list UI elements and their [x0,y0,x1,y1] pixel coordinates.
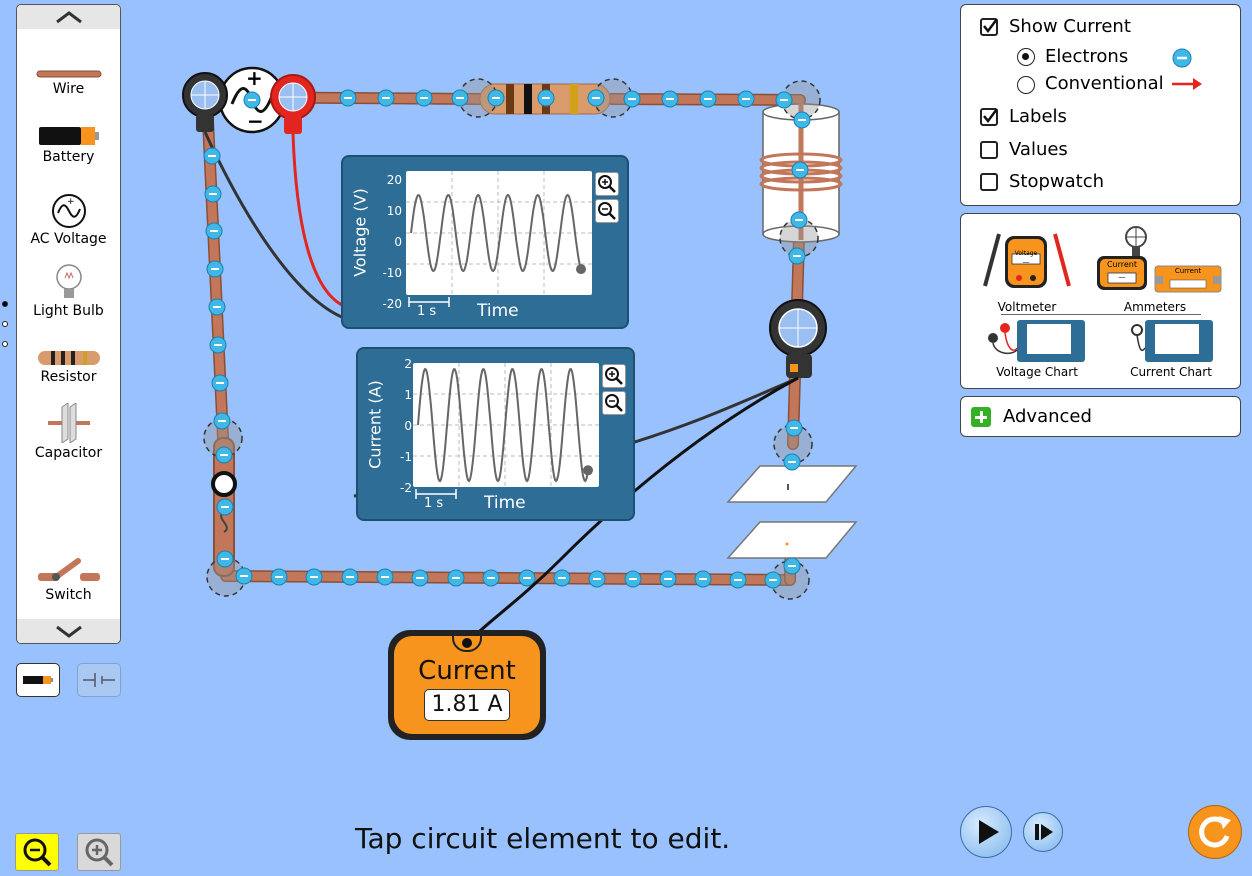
zoom-in-icon [598,175,616,193]
zoom-in-button[interactable] [77,833,121,871]
y-tick: -1 [400,450,412,464]
probe-wire [203,131,345,320]
stopwatch-label: Stopwatch [1009,171,1105,192]
zoom-in-icon [85,838,114,867]
voltmeter-label: Voltmeter [997,300,1057,314]
red-arrow-icon [1172,78,1202,90]
time-scale-label: 1 s [417,304,437,319]
advanced-accordion[interactable]: Advanced [960,396,1241,437]
ammeter-device[interactable]: Current 1.81 A [388,630,546,740]
y-axis-label: Current (A) [365,380,385,469]
ammeters-label: Ammeters [1123,300,1187,314]
y-tick: -2 [400,481,412,495]
current-chart-panel[interactable]: 2 1 0 -1 -2 Current (A) Time 1 s [356,347,635,521]
ammeter-device-reading: — [1118,273,1126,281]
zoom-out-icon [23,838,52,867]
chart-zoom-out-button[interactable] [602,391,626,415]
electrons-radio[interactable] [1017,48,1035,66]
conventional-label: Conventional [1045,73,1164,94]
ammeter-reading: 1.81 A [424,689,510,721]
checkmark-icon [983,18,998,34]
checkmark-icon [983,108,998,124]
current-chart-tool[interactable]: Current Chart [1119,318,1223,380]
display-options-panel: Show Current Electrons Conventional Labe… [960,4,1241,206]
zoom-in-icon [605,367,623,385]
svg-text:−: − [247,109,264,133]
advanced-label: Advanced [1003,406,1092,427]
zoom-out-button[interactable] [15,833,59,871]
voltage-chart-panel[interactable]: 20 10 0 -10 -20 Voltage (V) Time 1 s [341,155,629,329]
status-message: Tap circuit element to edit. [355,822,731,855]
conventional-radio[interactable] [1017,76,1035,94]
current-chart-tool-label: Current Chart [1130,365,1212,379]
trace-head [576,264,586,275]
stopwatch-checkbox[interactable] [980,173,998,191]
zoom-out-icon [598,202,616,220]
zoom-out-icon [605,394,623,412]
values-checkbox[interactable] [980,141,998,159]
capacitor[interactable] [726,465,858,559]
time-scale-label: 1 s [424,496,444,511]
ammeter-title: Current [418,656,516,686]
voltmeter-device-text: Voltage [1014,250,1038,257]
reset-icon [1199,816,1231,848]
reset-all-button[interactable] [1188,805,1242,859]
y-tick: 2 [404,357,412,371]
step-button[interactable] [1023,812,1063,852]
y-tick: 0 [404,419,412,433]
y-tick: 20 [386,173,402,187]
trace-head [583,465,593,476]
labels-checkbox[interactable] [980,108,998,126]
x-axis-label: Time [484,493,526,513]
voltmeter-device-reading: — [1022,258,1030,266]
y-tick: -10 [382,266,402,280]
show-current-label: Show Current [1009,16,1131,37]
step-forward-icon [1035,824,1053,840]
current-chart-icon [1131,320,1213,362]
electron-icon [1172,48,1192,68]
voltage-chart-tool-label: Voltage Chart [996,365,1078,379]
labels-label: Labels [1009,106,1067,127]
plus-icon [971,407,991,427]
ammeter-probe[interactable] [769,299,827,378]
voltmeter-red-probe[interactable] [270,74,316,134]
show-current-checkbox[interactable] [980,18,998,36]
sensor-toolbox-panel: Voltage — Voltmeter Current — Current Am… [960,213,1241,389]
y-tick: -20 [382,297,402,311]
ammeter-device-text: Current [1106,260,1138,269]
series-ammeter-device-text: Current [1174,267,1202,275]
y-tick: 10 [386,204,402,218]
chart-zoom-in-button[interactable] [602,364,626,388]
values-label: Values [1009,139,1068,160]
y-tick: 1 [404,388,412,402]
play-button[interactable] [960,806,1012,858]
chart-zoom-out-button[interactable] [595,199,619,223]
voltmeter-black-probe[interactable] [182,72,228,132]
voltmeter-tool[interactable]: Voltage — Voltmeter [979,228,1075,318]
play-icon [979,820,999,844]
electrons-label: Electrons [1045,46,1129,67]
divider [1001,314,1201,315]
y-axis-label: Voltage (V) [350,188,370,277]
ammeters-tool[interactable]: Current — Current Ammeters [1095,222,1225,318]
y-tick: 0 [394,235,402,249]
probe-wire [291,133,345,308]
voltage-chart-icon [988,320,1085,362]
voltage-chart-tool[interactable]: Voltage Chart [985,318,1089,380]
x-axis-label: Time [477,301,519,321]
chart-zoom-in-button[interactable] [595,172,619,196]
svg-text:+: + [246,66,263,90]
